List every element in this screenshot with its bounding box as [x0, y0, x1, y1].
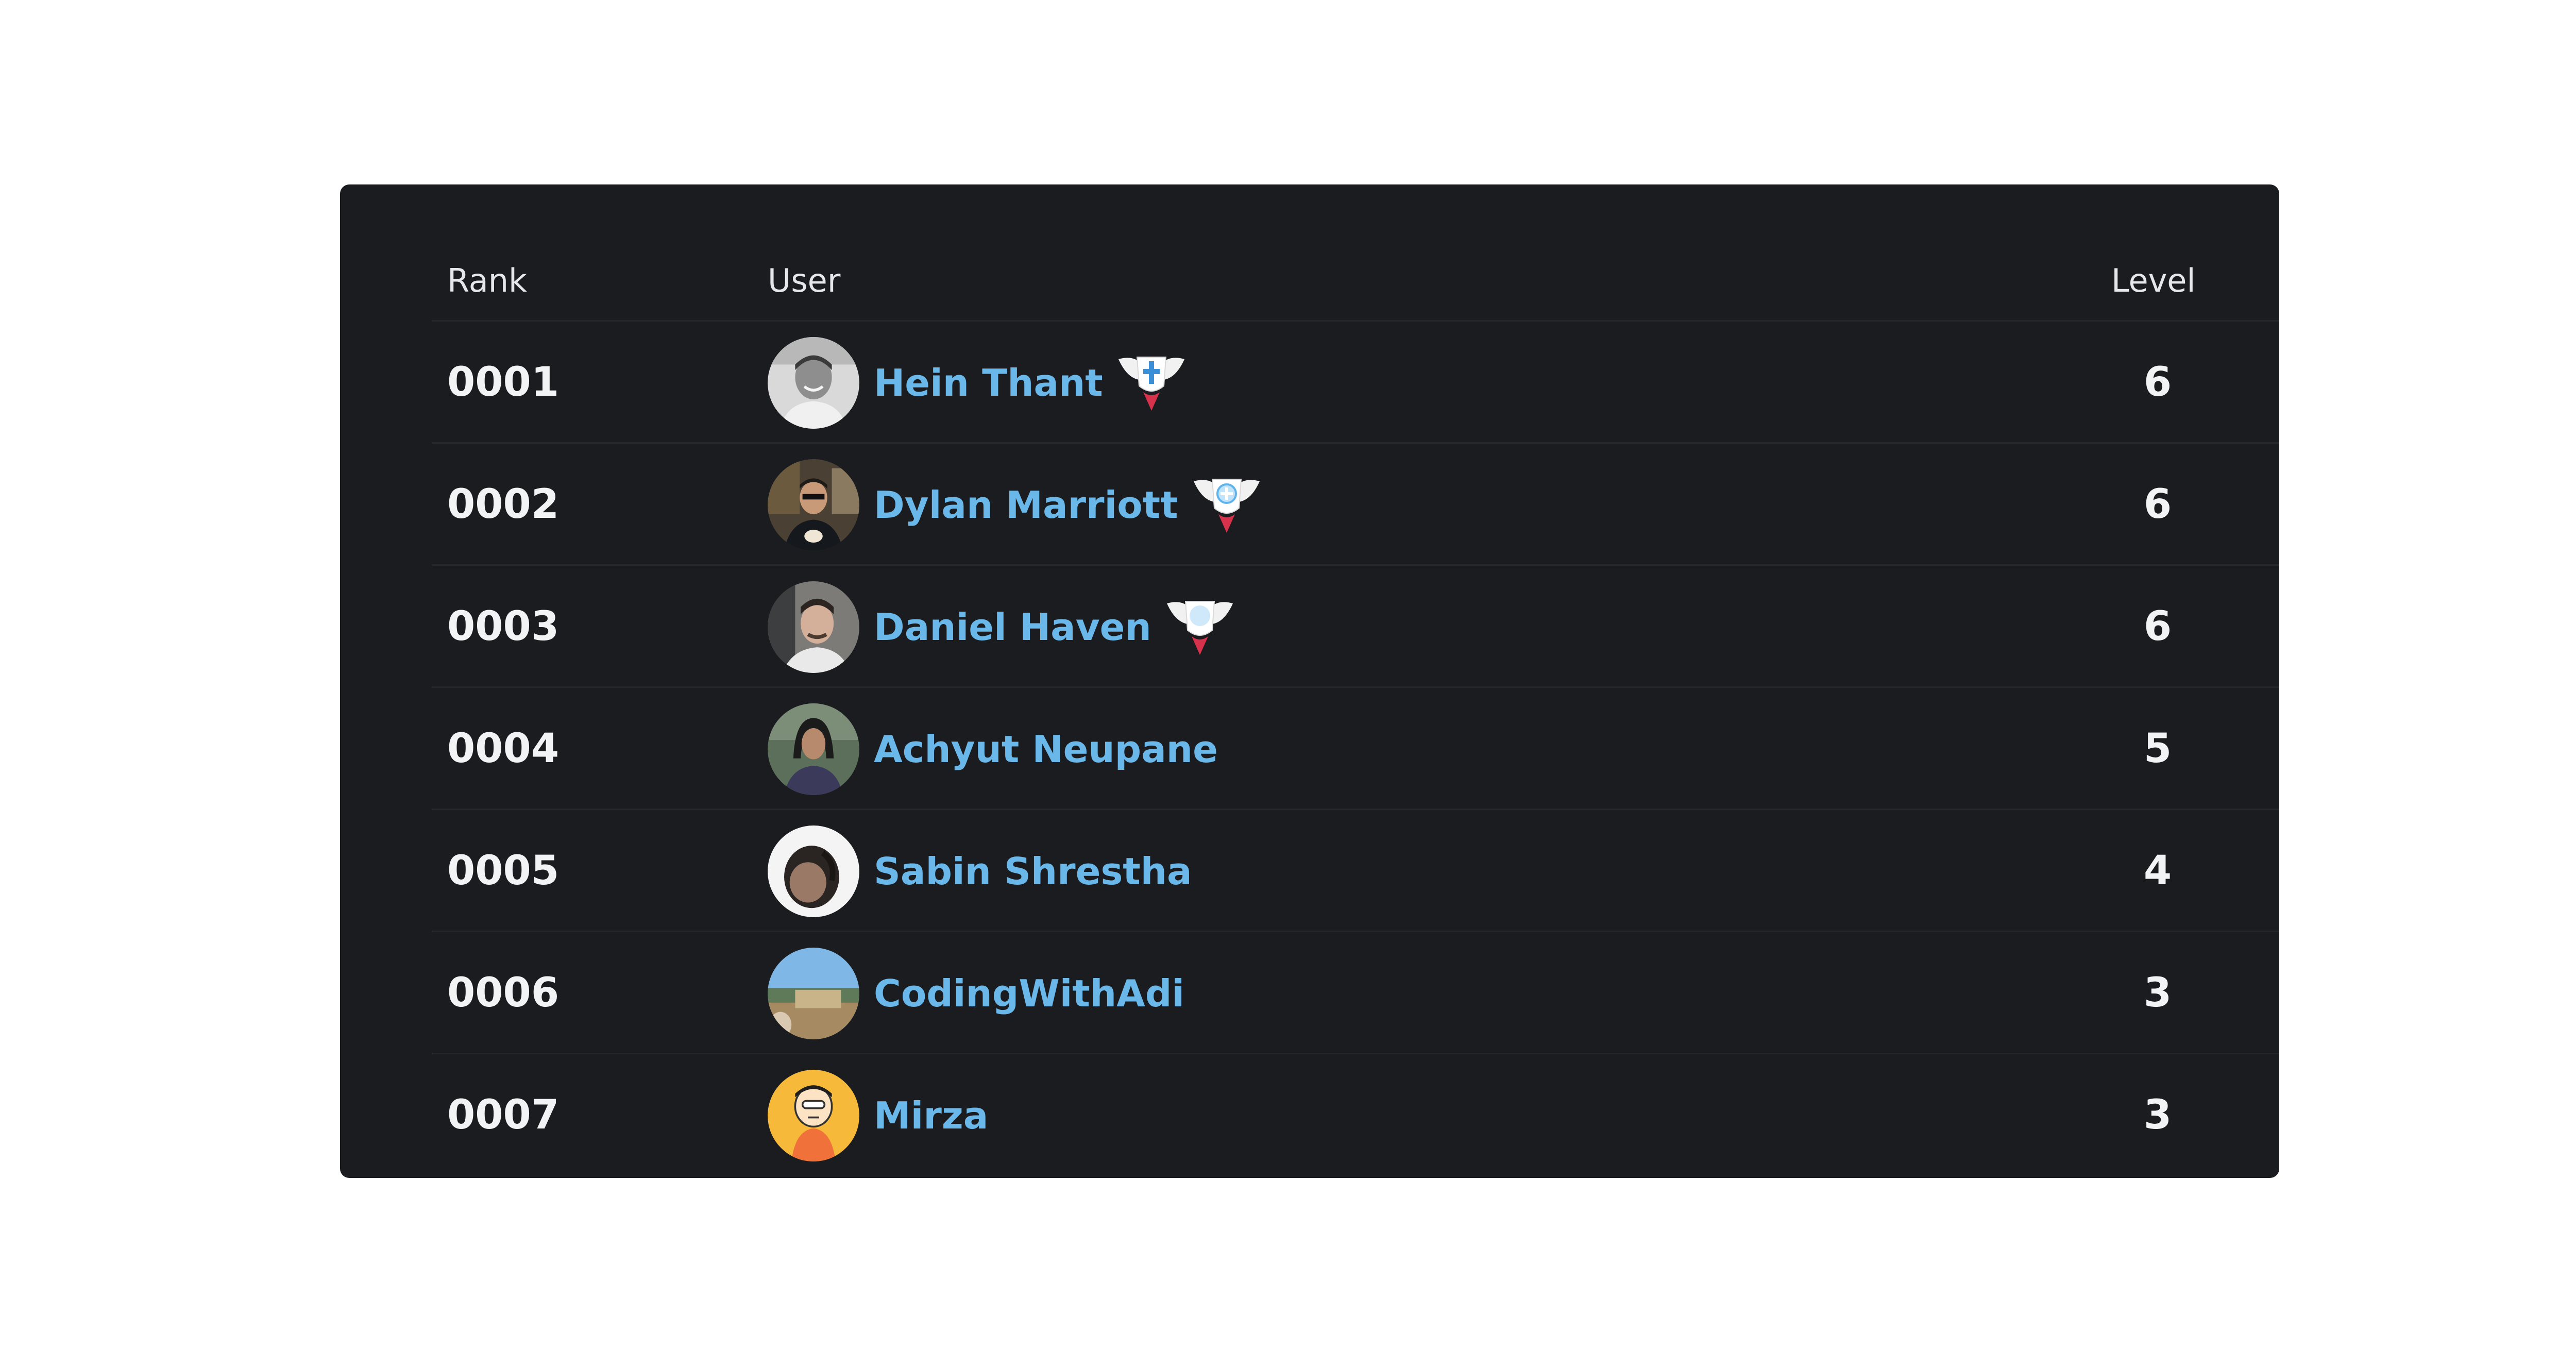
- avatar[interactable]: [768, 947, 859, 1039]
- table-row: 0005 Sabin Shrestha 4: [432, 810, 2279, 932]
- level-cell: 5: [2143, 726, 2172, 772]
- table-row: 0004 Achyut Neupane 5: [432, 688, 2279, 810]
- avatar[interactable]: [768, 581, 859, 673]
- table-row: 0001 Hein Thant 6: [432, 322, 2279, 444]
- avatar[interactable]: [768, 459, 859, 551]
- level-cell: 6: [2143, 359, 2172, 406]
- winged-shield-circle-icon: [1165, 595, 1235, 659]
- column-header-rank: Rank: [447, 262, 527, 299]
- user-cell: Mirza: [768, 1054, 988, 1176]
- level-cell: 4: [2143, 848, 2172, 894]
- user-name-link[interactable]: Achyut Neupane: [874, 728, 1218, 771]
- user-name-link[interactable]: Mirza: [874, 1094, 988, 1137]
- level-cell: 3: [2143, 970, 2172, 1016]
- rank-cell: 0003: [447, 603, 560, 650]
- avatar[interactable]: [768, 336, 859, 429]
- leaderboard-table: Rank User Level 0001 Hein Thant 6 0002 D…: [432, 184, 2279, 1176]
- column-header-user: User: [768, 262, 841, 299]
- user-name-link[interactable]: Daniel Haven: [874, 605, 1151, 649]
- avatar[interactable]: [768, 1069, 859, 1161]
- rank-cell: 0002: [447, 481, 560, 528]
- user-cell: Daniel Haven: [768, 566, 1235, 688]
- user-name-link[interactable]: Sabin Shrestha: [874, 850, 1192, 893]
- rank-cell: 0007: [447, 1092, 560, 1138]
- leaderboard-card: Rank User Level 0001 Hein Thant 6 0002 D…: [340, 184, 2279, 1178]
- user-cell: Hein Thant: [768, 322, 1187, 444]
- user-cell: Sabin Shrestha: [768, 810, 1192, 932]
- level-cell: 3: [2143, 1092, 2172, 1138]
- rank-cell: 0005: [447, 848, 560, 894]
- table-row: 0007 Mirza 3: [432, 1054, 2279, 1176]
- table-row: 0006 CodingWithAdi 3: [432, 932, 2279, 1054]
- user-cell: Dylan Marriott: [768, 444, 1262, 566]
- user-name-link[interactable]: CodingWithAdi: [874, 972, 1184, 1015]
- column-header-level: Level: [2111, 262, 2196, 299]
- winged-shield-cross-icon: [1116, 351, 1187, 415]
- user-cell: CodingWithAdi: [768, 932, 1184, 1054]
- user-name-link[interactable]: Dylan Marriott: [874, 483, 1178, 527]
- table-header: Rank User Level: [432, 184, 2279, 322]
- table-row: 0002 Dylan Marriott 6: [432, 444, 2279, 566]
- user-name-link[interactable]: Hein Thant: [874, 361, 1103, 405]
- rank-cell: 0001: [447, 359, 560, 406]
- rank-cell: 0004: [447, 726, 560, 772]
- table-row: 0003 Daniel Haven 6: [432, 566, 2279, 688]
- level-cell: 6: [2143, 481, 2172, 528]
- winged-shield-plus-icon: [1192, 473, 1262, 537]
- rank-cell: 0006: [447, 970, 560, 1016]
- level-cell: 6: [2143, 603, 2172, 650]
- avatar[interactable]: [768, 703, 859, 795]
- avatar[interactable]: [768, 825, 859, 917]
- user-cell: Achyut Neupane: [768, 688, 1218, 810]
